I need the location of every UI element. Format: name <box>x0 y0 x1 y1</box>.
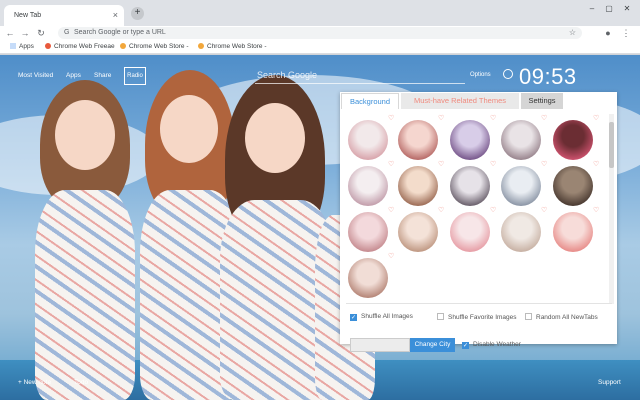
background-thumbnail[interactable] <box>450 120 490 160</box>
disable-weather-option[interactable]: ✓ Disable Weather <box>462 341 521 349</box>
background-thumbnail[interactable] <box>348 166 388 206</box>
webstore-icon <box>120 43 126 49</box>
reload-icon[interactable]: ↻ <box>35 26 47 40</box>
favorite-heart-icon[interactable]: ♡ <box>490 206 496 214</box>
background-thumbnail[interactable] <box>398 120 438 160</box>
star-icon[interactable]: ☆ <box>569 27 576 39</box>
favorite-heart-icon[interactable]: ♡ <box>388 160 394 168</box>
shuffle-all-checkbox[interactable]: ✓ <box>350 314 357 321</box>
figure-face <box>245 103 305 173</box>
tab-title: New Tab <box>14 12 42 19</box>
most-visited-link[interactable]: Most Visited <box>18 72 53 79</box>
search-placeholder: Search Google <box>257 70 318 80</box>
search-input[interactable]: Search Google <box>255 68 465 84</box>
shuffle-favorite-option[interactable]: Shuffle Favorite Images <box>437 313 517 321</box>
favorite-heart-icon[interactable]: ♡ <box>593 206 599 214</box>
window-close-icon[interactable]: ✕ <box>620 4 634 13</box>
favorite-heart-icon[interactable]: ♡ <box>541 114 547 122</box>
apps-link[interactable]: Apps <box>66 72 81 79</box>
support-link[interactable]: Support <box>598 379 621 386</box>
change-city-button[interactable]: Change City <box>410 338 455 352</box>
google-g-icon: G <box>64 29 70 36</box>
favorite-heart-icon[interactable]: ♡ <box>541 206 547 214</box>
favorite-heart-icon[interactable]: ♡ <box>541 160 547 168</box>
toolbar: ← → ↻ G Search Google or type a URL ☆ ● … <box>0 26 640 40</box>
tab-related-themes[interactable]: Must-have Related Themes <box>401 93 519 109</box>
scrollbar[interactable] <box>609 114 614 304</box>
favorite-heart-icon[interactable]: ♡ <box>438 114 444 122</box>
todo-link[interactable]: Todo <box>74 379 88 386</box>
city-input[interactable] <box>350 338 410 352</box>
shuffle-favorite-checkbox[interactable] <box>437 313 444 320</box>
favorite-heart-icon[interactable]: ♡ <box>593 160 599 168</box>
divider <box>346 303 612 304</box>
bookmarks-bar: Apps Chrome Web Freeae Chrome Web Store … <box>0 40 640 54</box>
random-newtabs-checkbox[interactable] <box>525 313 532 320</box>
figure-dress <box>35 190 135 400</box>
webstore-icon <box>198 43 204 49</box>
random-newtabs-option[interactable]: Random All NewTabs <box>525 313 598 321</box>
minimize-icon[interactable]: – <box>585 4 599 13</box>
options-link[interactable]: Options <box>470 72 491 78</box>
omnibox-placeholder: Search Google or type a URL <box>74 29 166 36</box>
background-thumbnail[interactable] <box>553 166 593 206</box>
background-thumbnail[interactable] <box>348 258 388 298</box>
figure-face <box>55 100 115 170</box>
webstore-icon <box>45 43 51 49</box>
share-link[interactable]: Share <box>94 72 111 79</box>
bookmark-item[interactable]: Chrome Web Freeae <box>45 40 115 54</box>
new-tab-page: Most Visited Apps Share Radio Search Goo… <box>0 55 640 400</box>
maximize-icon[interactable]: ▢ <box>602 4 616 13</box>
favorite-heart-icon[interactable]: ♡ <box>438 160 444 168</box>
panel-tabs: Background Must-have Related Themes Sett… <box>340 92 617 110</box>
clock: 09:53 <box>519 64 577 89</box>
background-figure <box>30 80 140 400</box>
favorite-heart-icon[interactable]: ♡ <box>438 206 444 214</box>
background-thumbnail[interactable] <box>501 166 541 206</box>
background-grid: ♡ ♡ ♡ ♡ ♡ ♡ ♡ ♡ ♡ ♡ ♡ ♡ ♡ ♡ ♡ ♡ <box>346 115 608 298</box>
apps-grid-icon <box>10 43 16 49</box>
background-thumbnail[interactable] <box>450 212 490 252</box>
favorite-heart-icon[interactable]: ♡ <box>388 252 394 260</box>
back-icon[interactable]: ← <box>4 26 16 40</box>
radio-button[interactable]: Radio <box>124 67 146 85</box>
bookmark-item[interactable]: Chrome Web Store - <box>120 40 188 54</box>
favorite-heart-icon[interactable]: ♡ <box>388 114 394 122</box>
favorite-heart-icon[interactable]: ♡ <box>388 206 394 214</box>
background-thumbnail[interactable] <box>450 166 490 206</box>
favorite-heart-icon[interactable]: ♡ <box>490 114 496 122</box>
tab-strip: New Tab × + – ▢ ✕ <box>0 0 640 26</box>
background-thumbnail[interactable] <box>398 166 438 206</box>
new-tab-button[interactable]: + <box>131 7 144 20</box>
background-thumbnail[interactable] <box>501 120 541 160</box>
bookmark-apps[interactable]: Apps <box>10 40 34 54</box>
tab-background[interactable]: Background <box>341 93 399 109</box>
background-thumbnail[interactable] <box>501 212 541 252</box>
close-icon[interactable]: × <box>113 10 118 20</box>
weather-icon[interactable] <box>503 69 513 79</box>
options-panel: Background Must-have Related Themes Sett… <box>340 92 617 352</box>
bookmark-item[interactable]: Chrome Web Store - <box>198 40 266 54</box>
favorite-heart-icon[interactable]: ♡ <box>593 114 599 122</box>
omnibox[interactable]: G Search Google or type a URL ☆ <box>58 27 582 39</box>
background-thumbnail[interactable] <box>553 120 593 160</box>
background-thumbnail[interactable] <box>348 120 388 160</box>
scroll-thumb[interactable] <box>609 122 614 168</box>
new-note-link[interactable]: + New note <box>18 379 51 386</box>
disable-weather-checkbox[interactable]: ✓ <box>462 342 469 349</box>
tab-settings[interactable]: Settings <box>521 93 563 109</box>
tab-new-tab[interactable]: New Tab × <box>4 5 124 26</box>
forward-icon[interactable]: → <box>19 26 31 40</box>
favorite-heart-icon[interactable]: ♡ <box>490 160 496 168</box>
shuffle-all-option[interactable]: ✓ Shuffle All Images <box>350 313 413 321</box>
background-thumbnail[interactable] <box>553 212 593 252</box>
menu-icon[interactable]: ⋮ <box>620 26 632 40</box>
profile-icon[interactable]: ● <box>602 26 614 40</box>
background-thumbnail[interactable] <box>348 212 388 252</box>
background-thumbnail[interactable] <box>398 212 438 252</box>
figure-face <box>160 95 218 163</box>
